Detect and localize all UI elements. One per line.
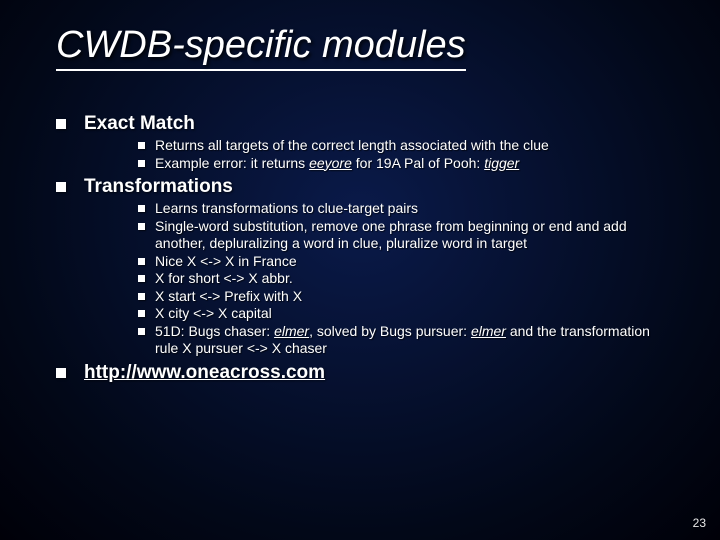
text-run: for 19A Pal of Pooh: bbox=[352, 155, 484, 171]
square-bullet-icon bbox=[138, 275, 145, 282]
square-bullet-icon bbox=[138, 293, 145, 300]
section-exact-match: Exact Match bbox=[56, 113, 672, 135]
square-bullet-icon bbox=[138, 205, 145, 212]
item-text: Nice X <-> X in France bbox=[155, 253, 297, 271]
text-run: Example error: it returns bbox=[155, 155, 309, 171]
square-bullet-icon bbox=[138, 142, 145, 149]
list-item: X for short <-> X abbr. bbox=[138, 270, 672, 288]
item-text: X city <-> X capital bbox=[155, 305, 272, 323]
list-item: Learns transformations to clue-target pa… bbox=[138, 200, 672, 218]
page-number: 23 bbox=[693, 516, 706, 530]
item-text: Learns transformations to clue-target pa… bbox=[155, 200, 418, 218]
slide: CWDB-specific modules Exact Match Return… bbox=[0, 0, 720, 384]
section-heading: Transformations bbox=[84, 176, 233, 198]
list-item: X start <-> Prefix with X bbox=[138, 288, 672, 306]
square-bullet-icon bbox=[138, 160, 145, 167]
square-bullet-icon bbox=[138, 223, 145, 230]
emphasis: tigger bbox=[484, 155, 519, 171]
text-run: , solved by Bugs pursuer: bbox=[309, 323, 471, 339]
section-link: http://www.oneacross.com bbox=[56, 362, 672, 384]
emphasis: eeyore bbox=[309, 155, 352, 171]
emphasis: elmer bbox=[471, 323, 506, 339]
square-bullet-icon bbox=[138, 258, 145, 265]
square-bullet-icon bbox=[56, 368, 66, 378]
list-item: Returns all targets of the correct lengt… bbox=[138, 137, 672, 155]
item-text: X for short <-> X abbr. bbox=[155, 270, 293, 288]
bullet-list-level1: Exact Match Returns all targets of the c… bbox=[56, 113, 672, 384]
square-bullet-icon bbox=[138, 328, 145, 335]
item-text: Returns all targets of the correct lengt… bbox=[155, 137, 549, 155]
list-item: Example error: it returns eeyore for 19A… bbox=[138, 155, 672, 173]
square-bullet-icon bbox=[56, 119, 66, 129]
emphasis: elmer bbox=[274, 323, 309, 339]
item-text: 51D: Bugs chaser: elmer, solved by Bugs … bbox=[155, 323, 672, 358]
bullet-list-level2: Returns all targets of the correct lengt… bbox=[138, 137, 672, 172]
section-transformations: Transformations bbox=[56, 176, 672, 198]
item-text: X start <-> Prefix with X bbox=[155, 288, 302, 306]
square-bullet-icon bbox=[56, 182, 66, 192]
list-item: Nice X <-> X in France bbox=[138, 253, 672, 271]
slide-title: CWDB-specific modules bbox=[56, 24, 466, 71]
text-run: 51D: Bugs chaser: bbox=[155, 323, 274, 339]
item-text: Single-word substitution, remove one phr… bbox=[155, 218, 672, 253]
square-bullet-icon bbox=[138, 310, 145, 317]
item-text: Example error: it returns eeyore for 19A… bbox=[155, 155, 519, 173]
list-item: X city <-> X capital bbox=[138, 305, 672, 323]
list-item: Single-word substitution, remove one phr… bbox=[138, 218, 672, 253]
bullet-list-level2: Learns transformations to clue-target pa… bbox=[138, 200, 672, 358]
section-heading: Exact Match bbox=[84, 113, 195, 135]
external-link[interactable]: http://www.oneacross.com bbox=[84, 362, 325, 384]
list-item: 51D: Bugs chaser: elmer, solved by Bugs … bbox=[138, 323, 672, 358]
